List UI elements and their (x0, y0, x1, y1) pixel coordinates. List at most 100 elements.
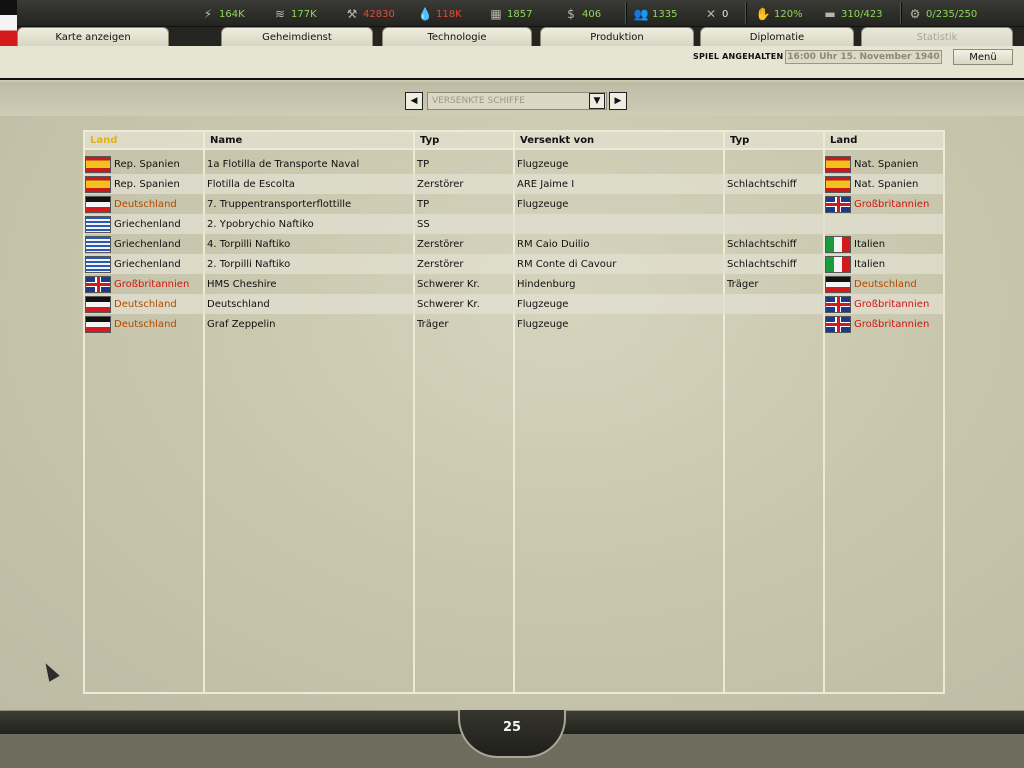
table-cell (517, 214, 721, 234)
table-cell (727, 294, 821, 314)
table-cell (727, 314, 821, 334)
table-cell (727, 154, 821, 174)
table-cell: Flugzeuge (517, 158, 569, 170)
table-cell: 1a Flotilla de Transporte Naval (207, 158, 360, 170)
table-cell: Zerstörer (417, 178, 464, 190)
resource-manpower: 👥 1335 (633, 5, 678, 23)
resource-value: 0 (722, 8, 729, 20)
country-flag-icon (85, 296, 111, 313)
tab-diplomatie[interactable]: Diplomatie (700, 27, 854, 47)
resource-value: 120% (774, 8, 803, 20)
status-bar: SPIEL ANGEHALTEN 16:00 Uhr 15. November … (0, 46, 1024, 80)
sunk-by-country-flag-icon (825, 296, 851, 313)
column-header-name[interactable]: Name (203, 130, 415, 150)
resource-energy: ⚡ 164K (200, 5, 245, 23)
convoy-icon: ⚙ (909, 7, 921, 21)
table-row[interactable]: Griechenland 2. Torpilli Naftiko Zerstörer… (83, 254, 945, 274)
table-cell: Deutschland (854, 278, 917, 290)
table-cell (727, 214, 821, 234)
column-header-sunk-by[interactable]: Versenkt von (513, 130, 725, 150)
table-cell: Großbritannien (854, 198, 930, 210)
table-cell (727, 194, 821, 214)
table-cell: Rep. Spanien (114, 178, 180, 190)
sunk-by-country-flag-icon (825, 316, 851, 333)
previous-view-button[interactable]: ◀ (405, 92, 423, 110)
sunk-by-country-flag-icon (825, 256, 851, 273)
resource-value: 118K (436, 8, 462, 20)
resource-metal: ≋ 177K (272, 5, 317, 23)
table-cell: Flugzeuge (517, 298, 569, 310)
column-header-sunk-country[interactable]: Land (823, 130, 945, 150)
table-cell: Italien (854, 258, 886, 270)
view-select-dropdown-button[interactable]: ▼ (589, 93, 605, 109)
table-cell: Flotilla de Escolta (207, 178, 295, 190)
column-header-sunk-type[interactable]: Typ (723, 130, 825, 150)
chevron-down-icon: ▼ (593, 96, 601, 106)
table-row[interactable]: Rep. Spanien 1a Flotilla de Transporte Na… (83, 154, 945, 174)
table-cell: 2. Torpilli Naftiko (207, 258, 291, 270)
table-cell: TP (417, 198, 430, 210)
next-view-button[interactable]: ▶ (609, 92, 627, 110)
table-cell: Rep. Spanien (114, 158, 180, 170)
resource-value: 164K (219, 8, 245, 20)
table-cell: Träger (727, 278, 759, 290)
table-row[interactable]: Großbritannien HMS Cheshire Schwerer Kr. Hi… (83, 274, 945, 294)
view-select[interactable]: VERSENKTE SCHIFFE (427, 92, 607, 110)
table-cell: SS (417, 218, 430, 230)
table-cell: Zerstörer (417, 238, 464, 250)
column-header-country[interactable]: Land (83, 130, 205, 150)
table-cell: Schlachtschiff (727, 258, 797, 270)
resource-value: 0/235/250 (926, 8, 978, 20)
tab-produktion[interactable]: Produktion (540, 27, 694, 47)
table-cell: RM Conte di Cavour (517, 258, 617, 270)
dissent-icon: ✋ (755, 7, 771, 21)
manpower-icon: 👥 (633, 7, 649, 21)
table-cell: Großbritannien (854, 298, 930, 310)
table-row[interactable]: Deutschland Deutschland Schwerer Kr. Flugze… (83, 294, 945, 314)
resource-transport: ▬ 310/423 (822, 5, 883, 23)
tab-statistik[interactable]: Statistik (861, 27, 1013, 47)
resource-value: 406 (582, 8, 602, 20)
money-icon: $ (567, 7, 575, 21)
resource-money: $406 (563, 5, 601, 23)
table-cell: Griechenland (114, 258, 181, 270)
tab-karte-anzeigen[interactable]: Karte anzeigen (17, 27, 169, 47)
oil-icon: 💧 (417, 7, 433, 21)
tab-geheimdienst[interactable]: Geheimdienst (221, 27, 373, 47)
metal-icon: ≋ (274, 7, 286, 21)
table-cell: Italien (854, 238, 886, 250)
table-cell (827, 214, 941, 234)
table-cell: Nat. Spanien (854, 178, 919, 190)
date-display: 16:00 Uhr 15. November 1940 (785, 50, 942, 64)
table-cell: Flugzeuge (517, 198, 569, 210)
table-row[interactable]: Deutschland 7. Truppentransporterflottill… (83, 194, 945, 214)
country-flag-icon (85, 276, 111, 293)
separator (625, 2, 627, 24)
table-cell: HMS Cheshire (207, 278, 277, 290)
table-row[interactable]: Griechenland 4. Torpilli Naftiko Zerstörer… (83, 234, 945, 254)
table-cell: Hindenburg (517, 278, 576, 290)
sunk-by-country-flag-icon (825, 276, 851, 293)
table-row[interactable]: Griechenland 2. Ypobrychio Naftiko SS (83, 214, 945, 234)
menu-button[interactable]: Menü (953, 49, 1013, 65)
table-cell: Zerstörer (417, 258, 464, 270)
table-cell: Schwerer Kr. (417, 278, 480, 290)
table-cell: Griechenland (114, 218, 181, 230)
sunk-by-country-flag-icon (825, 156, 851, 173)
country-flag-icon (85, 216, 111, 233)
table-row[interactable]: Deutschland Graf Zeppelin Träger Flugzeuge G… (83, 314, 945, 334)
table-cell: TP (417, 158, 430, 170)
arrow-right-icon: ▶ (614, 96, 622, 106)
rare-materials-icon: ⚒ (346, 7, 358, 21)
tab-technologie[interactable]: Technologie (382, 27, 532, 47)
table-row[interactable]: Rep. Spanien Flotilla de Escolta Zerstörer… (83, 174, 945, 194)
resource-value: 1335 (652, 8, 678, 20)
energy-icon: ⚡ (203, 7, 213, 21)
table-cell: 2. Ypobrychio Naftiko (207, 218, 314, 230)
table-cell: RM Caio Duilio (517, 238, 590, 250)
diplomacy-icon: ✕ (705, 7, 717, 21)
resource-dissent: ✋ 120% (755, 5, 803, 23)
column-header-type[interactable]: Typ (413, 130, 515, 150)
resource-value: 310/423 (841, 8, 883, 20)
separator (745, 2, 747, 24)
